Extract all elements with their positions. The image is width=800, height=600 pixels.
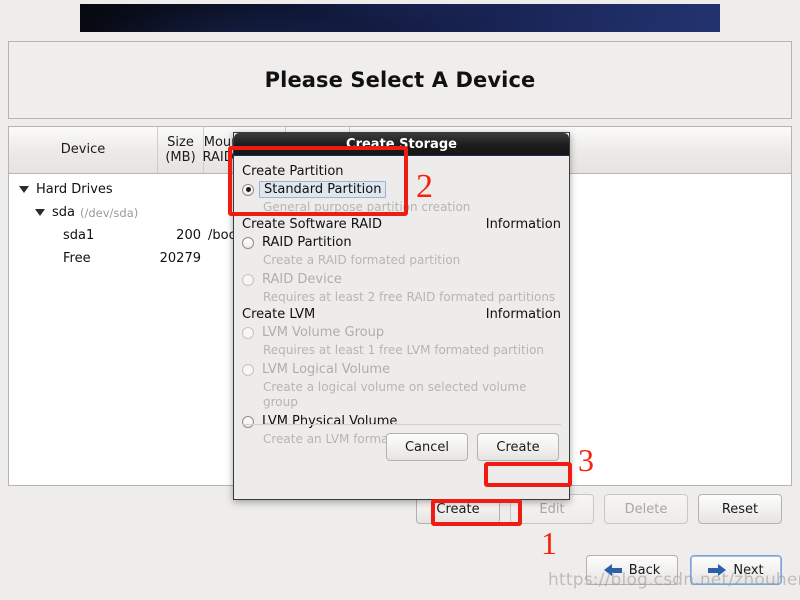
section-header-create-software-raid: Create Software RAID Information	[242, 217, 561, 232]
installer-screen: Please Select A Device Device Size (MB) …	[0, 0, 800, 600]
row-size-cell: 200	[176, 228, 201, 243]
page-title-panel: Please Select A Device	[8, 41, 792, 119]
row-size-cell: 20279	[159, 251, 201, 266]
section-info-link[interactable]: Information	[486, 307, 561, 322]
column-header-size[interactable]: Size (MB)	[158, 127, 204, 173]
delete-button: Delete	[604, 494, 688, 524]
chevron-down-icon[interactable]	[35, 209, 45, 216]
option-hint: Requires at least 1 free LVM formated pa…	[263, 343, 545, 357]
row-device-cell: sda1	[9, 228, 158, 243]
column-header-device[interactable]: Device	[9, 127, 158, 173]
option-label: RAID Device	[262, 272, 342, 287]
option-label: RAID Partition	[262, 235, 352, 250]
option-label: LVM Logical Volume	[262, 362, 391, 377]
row-device-name: sda	[52, 205, 75, 220]
top-banner	[80, 4, 720, 32]
row-device-name: Free	[63, 251, 91, 266]
dialog-title-bar: Create Storage	[234, 133, 569, 156]
navigation-row: Back Next	[8, 548, 792, 592]
option-raid-partition[interactable]: RAID Partition	[242, 233, 561, 252]
section-header-create-lvm: Create LVM Information	[242, 307, 561, 322]
reset-button[interactable]: Reset	[698, 494, 782, 524]
column-header-device-label: Device	[60, 142, 106, 158]
section-heading: Create LVM	[242, 307, 316, 322]
option-hint: Requires at least 2 free RAID formated p…	[263, 290, 556, 304]
column-header-size-line2: (MB)	[165, 150, 196, 165]
row-device-cell: Hard Drives	[9, 182, 158, 197]
row-device-cell: sda (/dev/sda)	[9, 205, 158, 220]
option-lvm-physical-volume[interactable]: LVM Physical Volume	[242, 412, 561, 431]
page-title: Please Select A Device	[264, 68, 536, 92]
option-hint: Create a logical volume on selected volu…	[263, 380, 527, 409]
next-button-label: Next	[733, 562, 764, 578]
next-button[interactable]: Next	[690, 555, 782, 585]
option-hint: Create a RAID formated partition	[263, 253, 461, 267]
column-header-size-line1: Size	[167, 134, 194, 150]
section-info-link[interactable]: Information	[486, 217, 561, 232]
radio-standard-partition-icon[interactable]	[242, 183, 254, 196]
arrow-right-icon	[708, 563, 727, 577]
row-device-path: (/dev/sda)	[80, 205, 139, 220]
option-label: LVM Volume Group	[262, 325, 385, 340]
radio-raid-partition-icon[interactable]	[242, 236, 254, 249]
row-device-cell: Free	[9, 251, 158, 266]
option-label: LVM Physical Volume	[262, 414, 398, 429]
back-button[interactable]: Back	[586, 555, 678, 585]
option-lvm-volume-group: LVM Volume Group	[242, 323, 561, 342]
section-header-create-partition: Create Partition	[242, 164, 561, 179]
option-standard-partition[interactable]: Standard Partition	[242, 180, 561, 199]
radio-raid-device-icon	[242, 273, 254, 286]
chevron-down-icon[interactable]	[19, 186, 29, 193]
dialog-create-button[interactable]: Create	[477, 433, 559, 461]
dialog-body: Create Partition Standard Partition Gene…	[234, 156, 569, 469]
section-heading: Create Partition	[242, 164, 344, 179]
dialog-action-buttons: Cancel Create	[386, 433, 559, 461]
radio-lvm-volume-group-icon	[242, 326, 254, 339]
option-label: Standard Partition	[259, 181, 387, 198]
dialog-title-label: Create Storage	[346, 136, 457, 152]
arrow-left-icon	[603, 563, 622, 577]
section-heading: Create Software RAID	[242, 217, 383, 232]
option-hint: General purpose partition creation	[263, 200, 471, 214]
option-raid-device: RAID Device	[242, 270, 561, 289]
radio-lvm-physical-volume-icon[interactable]	[242, 415, 254, 428]
dialog-cancel-button[interactable]: Cancel	[386, 433, 468, 461]
dialog-divider	[242, 424, 561, 425]
create-storage-dialog: Create Storage Create Partition Standard…	[233, 132, 570, 500]
row-device-name: Hard Drives	[36, 182, 113, 197]
back-button-label: Back	[628, 562, 661, 578]
radio-lvm-logical-volume-icon	[242, 363, 254, 376]
row-device-name: sda1	[63, 228, 95, 243]
option-lvm-logical-volume: LVM Logical Volume	[242, 360, 561, 379]
